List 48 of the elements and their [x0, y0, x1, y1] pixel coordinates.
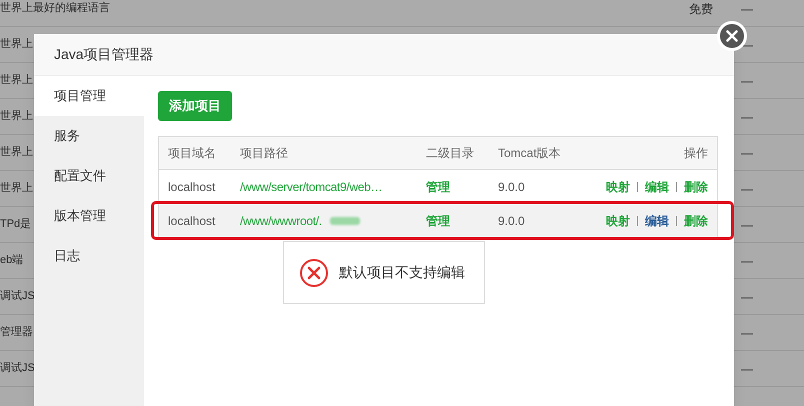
dash-text: —	[741, 288, 753, 306]
row-text: 世界上	[0, 37, 33, 52]
action-link[interactable]: 编辑	[645, 178, 669, 196]
column-header: 项目路径	[239, 145, 289, 162]
action-link[interactable]: 删除	[684, 212, 708, 230]
row-text: 调试JS	[0, 289, 35, 304]
dash-text: —	[741, 0, 753, 18]
dash-text: —	[741, 180, 753, 198]
close-button[interactable]	[717, 21, 747, 51]
row-text: 世界上	[0, 109, 33, 124]
dash-text: —	[741, 144, 753, 162]
add-project-button[interactable]: 添加项目	[158, 91, 232, 121]
action-link[interactable]: 编辑	[645, 212, 669, 230]
row-text: 世界上	[0, 145, 33, 160]
column-header: 项目域名	[167, 145, 217, 162]
close-icon	[726, 30, 738, 42]
row-text: eb端	[0, 253, 24, 268]
table-cell-text: 9.0.0	[497, 178, 526, 196]
manage-link[interactable]: 管理	[417, 212, 489, 230]
row-text: 世界上	[0, 181, 33, 196]
toast-message: 默认项目不支持编辑	[339, 263, 465, 282]
row-text: 世界上	[0, 73, 33, 88]
sidebar-item[interactable]: 项目管理	[34, 76, 144, 116]
dash-text: —	[741, 108, 753, 126]
row-text: 世界上最好的编程语言	[0, 0, 110, 16]
dialog-title: Java项目管理器	[54, 45, 154, 64]
dash-text: —	[741, 252, 753, 270]
price-text: 免费	[689, 0, 713, 18]
manage-link[interactable]: 管理	[417, 178, 489, 196]
dash-text: —	[741, 360, 753, 378]
dash-text: —	[741, 216, 753, 234]
table-cell-text: 9.0.0	[497, 212, 526, 230]
column-header: 二级目录	[425, 145, 475, 162]
table-cell-text: localhost	[167, 178, 216, 196]
row-text: 管理器	[0, 325, 33, 340]
table-cell-text: localhost	[167, 212, 216, 230]
row-text: 调试JS	[0, 361, 35, 376]
column-header: Tomcat版本	[497, 145, 562, 162]
error-icon	[299, 258, 329, 288]
action-link[interactable]: 映射	[606, 212, 630, 230]
path-link[interactable]: /www/wwwroot/.	[240, 212, 322, 230]
action-link[interactable]: 删除	[684, 178, 708, 196]
dash-text: —	[741, 72, 753, 90]
column-header: 操作	[683, 145, 709, 162]
row-text: TPd是	[0, 217, 32, 232]
dash-text: —	[741, 324, 753, 342]
action-link[interactable]: 映射	[606, 178, 630, 196]
path-link[interactable]: /www/server/tomcat9/web…	[240, 178, 382, 196]
